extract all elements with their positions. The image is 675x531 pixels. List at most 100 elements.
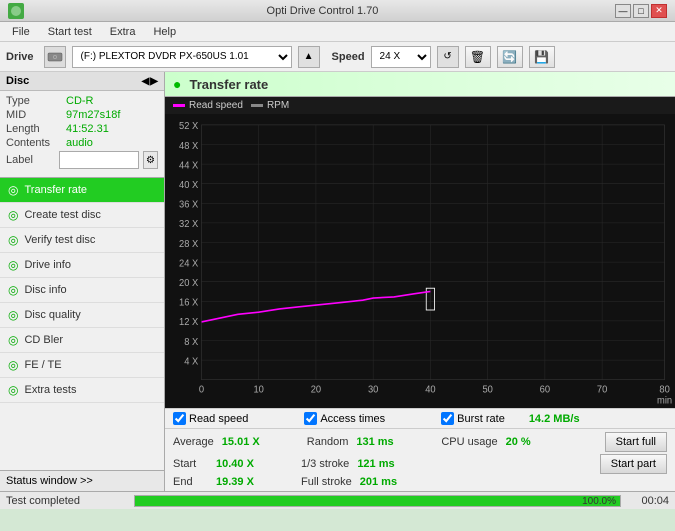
disc-label-row: Label ⚙: [6, 151, 158, 169]
svg-text:36 X: 36 X: [179, 199, 199, 210]
disc-info: Type CD-R MID 97m27s18f Length 41:52.31 …: [0, 91, 164, 177]
start-group: Start 10.40 X: [173, 458, 261, 470]
read-speed-check-item: Read speed: [173, 412, 248, 425]
drive-select[interactable]: (F:) PLEXTOR DVDR PX-650US 1.01: [72, 46, 292, 68]
disc-prev-button[interactable]: ◀: [142, 76, 150, 87]
save-button[interactable]: 💾: [529, 46, 555, 68]
read-speed-check-label: Read speed: [189, 413, 248, 425]
disc-label-label: Label: [6, 154, 55, 166]
stats-row-1: Average 15.01 X Random 131 ms CPU usage …: [173, 432, 667, 452]
nav-disc-info[interactable]: ◎ Disc info: [0, 278, 164, 303]
disc-header: Disc ◀ ▶: [0, 72, 164, 91]
minimize-button[interactable]: —: [615, 4, 631, 18]
verify-test-icon: ◎: [8, 233, 18, 247]
nav-fe-te[interactable]: ◎ FE / TE: [0, 353, 164, 378]
stroke-label: 1/3 stroke: [301, 458, 349, 470]
menu-extra[interactable]: Extra: [102, 24, 144, 40]
status-window-button[interactable]: Status window >>: [0, 470, 164, 491]
disc-quality-icon: ◎: [8, 308, 18, 322]
menu-help[interactable]: Help: [145, 24, 184, 40]
stats-row-2: Start 10.40 X 1/3 stroke 121 ms Start pa…: [173, 454, 667, 474]
access-times-checkbox[interactable]: [304, 412, 317, 425]
disc-label-input[interactable]: [59, 151, 139, 169]
svg-text:52 X: 52 X: [179, 121, 199, 132]
nav-create-test-label: Create test disc: [24, 209, 100, 221]
disc-contents-label: Contents: [6, 137, 66, 149]
svg-text:24 X: 24 X: [179, 258, 199, 269]
svg-text:28 X: 28 X: [179, 239, 199, 250]
speed-label: Speed: [332, 51, 365, 63]
disc-nav-arrows: ◀ ▶: [142, 76, 158, 87]
nav-disc-quality[interactable]: ◎ Disc quality: [0, 303, 164, 328]
burst-rate-checkbox[interactable]: [441, 412, 454, 425]
chart-area: 52 X 48 X 44 X 40 X 36 X 32 X 28 X 24 X …: [165, 114, 675, 408]
read-speed-checkbox[interactable]: [173, 412, 186, 425]
progress-fill: [135, 496, 620, 506]
chart-header: ● Transfer rate: [165, 72, 675, 97]
disc-type-value: CD-R: [66, 95, 94, 107]
menu-start-test[interactable]: Start test: [40, 24, 100, 40]
legend-read-speed: Read speed: [173, 100, 243, 111]
refresh-button[interactable]: 🔄: [497, 46, 523, 68]
disc-label-button[interactable]: ⚙: [143, 151, 158, 169]
svg-text:min: min: [657, 395, 672, 406]
stats-row-3: End 19.39 X Full stroke 201 ms: [173, 476, 667, 488]
speed-select[interactable]: 24 X: [371, 46, 431, 68]
menu-file[interactable]: File: [4, 24, 38, 40]
svg-text:40: 40: [425, 385, 435, 396]
nav-extra-tests[interactable]: ◎ Extra tests: [0, 378, 164, 403]
svg-text:20: 20: [311, 385, 321, 396]
disc-mid-label: MID: [6, 109, 66, 121]
nav-create-test-disc[interactable]: ◎ Create test disc: [0, 203, 164, 228]
burst-rate-check-item: Burst rate: [441, 412, 505, 425]
nav-drive-info-label: Drive info: [24, 259, 70, 271]
svg-text:10: 10: [253, 385, 263, 396]
svg-text:32 X: 32 X: [179, 219, 199, 230]
cpu-usage-label: CPU usage: [441, 436, 497, 448]
disc-length-value: 41:52.31: [66, 123, 109, 135]
start-full-button[interactable]: Start full: [605, 432, 667, 452]
disc-next-button[interactable]: ▶: [150, 76, 158, 87]
nav-drive-info[interactable]: ◎ Drive info: [0, 253, 164, 278]
svg-text:60: 60: [540, 385, 550, 396]
full-stroke-label: Full stroke: [301, 476, 352, 488]
drive-eject-button[interactable]: ▲: [298, 46, 320, 68]
nav-items: ◎ Transfer rate ◎ Create test disc ◎ Ver…: [0, 178, 164, 403]
speed-apply-button[interactable]: ↺: [437, 46, 459, 68]
disc-header-label: Disc: [6, 75, 29, 87]
svg-text:20 X: 20 X: [179, 278, 199, 289]
maximize-button[interactable]: □: [633, 4, 649, 18]
left-panel: Disc ◀ ▶ Type CD-R MID 97m27s18f Length …: [0, 72, 165, 491]
start-value: 10.40 X: [216, 458, 261, 470]
nav-transfer-rate-label: Transfer rate: [24, 184, 87, 196]
chart-legend: Read speed RPM: [165, 97, 675, 114]
nav-extra-tests-label: Extra tests: [24, 384, 76, 396]
nav-transfer-rate[interactable]: ◎ Transfer rate: [0, 178, 164, 203]
svg-text:8 X: 8 X: [184, 337, 199, 348]
end-group: End 19.39 X: [173, 476, 261, 488]
nav-cd-bler[interactable]: ◎ CD Bler: [0, 328, 164, 353]
disc-length-label: Length: [6, 123, 66, 135]
extra-tests-icon: ◎: [8, 383, 18, 397]
nav-verify-test-label: Verify test disc: [24, 234, 95, 246]
average-label: Average: [173, 436, 214, 448]
close-button[interactable]: ✕: [651, 4, 667, 18]
erase-button[interactable]: 🗑: [465, 46, 491, 68]
status-window-label: Status window >>: [6, 475, 93, 487]
svg-text:70: 70: [597, 385, 607, 396]
window-title: Opti Drive Control 1.70: [30, 5, 615, 17]
drive-icon: [44, 46, 66, 68]
drive-label: Drive: [6, 51, 34, 63]
nav-verify-test-disc[interactable]: ◎ Verify test disc: [0, 228, 164, 253]
title-bar: Opti Drive Control 1.70 — □ ✕: [0, 0, 675, 22]
svg-text:48 X: 48 X: [179, 141, 199, 152]
average-group: Average 15.01 X: [173, 436, 267, 448]
svg-text:16 X: 16 X: [179, 297, 199, 308]
start-part-button[interactable]: Start part: [600, 454, 667, 474]
end-value: 19.39 X: [216, 476, 261, 488]
cpu-usage-value: 20 %: [506, 436, 551, 448]
disc-contents-row: Contents audio: [6, 137, 158, 149]
drive-bar: Drive (F:) PLEXTOR DVDR PX-650US 1.01 ▲ …: [0, 42, 675, 72]
disc-contents-value: audio: [66, 137, 93, 149]
svg-text:80: 80: [659, 385, 669, 396]
